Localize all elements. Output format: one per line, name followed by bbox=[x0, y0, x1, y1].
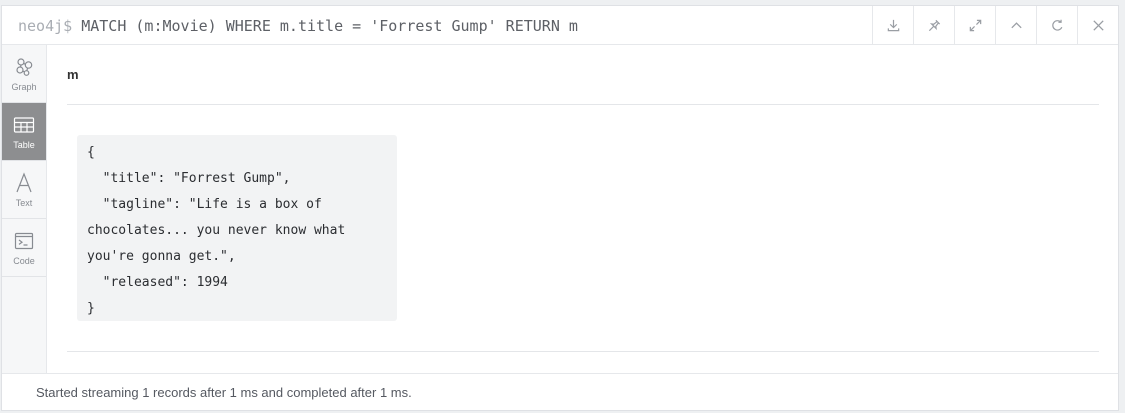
result-cell: { "title": "Forrest Gump", "tagline": "L… bbox=[77, 135, 397, 321]
text-icon bbox=[13, 171, 35, 194]
download-icon bbox=[887, 19, 899, 32]
pin-icon bbox=[928, 19, 940, 32]
query-text: MATCH (m:Movie) WHERE m.title = 'Forrest… bbox=[81, 17, 578, 35]
header-divider bbox=[67, 104, 1099, 105]
view-tab-graph[interactable]: Graph bbox=[2, 45, 46, 103]
code-line: "tagline": "Life is a box of bbox=[87, 197, 322, 212]
close-icon bbox=[1092, 20, 1104, 31]
collapse-up-icon bbox=[1010, 22, 1022, 29]
close-button[interactable] bbox=[1077, 6, 1118, 45]
code-line: "released": 1994 bbox=[87, 275, 228, 290]
code-icon bbox=[13, 230, 35, 252]
view-tab-text[interactable]: Text bbox=[2, 161, 46, 219]
view-tab-code[interactable]: Code bbox=[2, 219, 46, 277]
collapse-button[interactable] bbox=[995, 6, 1036, 45]
view-tab-label: Code bbox=[13, 255, 35, 266]
status-text: Started streaming 1 records after 1 ms a… bbox=[36, 385, 412, 400]
download-button[interactable] bbox=[872, 6, 913, 45]
row-divider bbox=[67, 351, 1099, 352]
rerun-icon bbox=[1051, 19, 1062, 31]
column-header: m bbox=[67, 67, 79, 82]
pin-button[interactable] bbox=[913, 6, 954, 45]
table-view: m { "title": "Forrest Gump", "tagline": … bbox=[47, 45, 1118, 373]
code-line: chocolates... you never know what bbox=[87, 223, 346, 238]
code-line: you're gonna get.", bbox=[87, 249, 236, 264]
status-bar: Started streaming 1 records after 1 ms a… bbox=[2, 373, 1118, 410]
expand-icon bbox=[969, 19, 981, 32]
frame-actions bbox=[872, 6, 1118, 45]
query-prompt: neo4j$ bbox=[18, 17, 73, 35]
code-line: "title": "Forrest Gump", bbox=[87, 171, 291, 186]
view-switcher: Graph Table Text Code bbox=[2, 45, 47, 373]
frame-header: neo4j$ MATCH (m:Movie) WHERE m.title = '… bbox=[2, 6, 1118, 45]
code-line: { bbox=[87, 145, 95, 160]
query-editor[interactable]: neo4j$ MATCH (m:Movie) WHERE m.title = '… bbox=[18, 6, 578, 45]
view-tab-table[interactable]: Table bbox=[2, 103, 46, 161]
rerun-button[interactable] bbox=[1036, 6, 1077, 45]
code-line: } bbox=[87, 301, 95, 316]
fullscreen-button[interactable] bbox=[954, 6, 995, 45]
result-frame: neo4j$ MATCH (m:Movie) WHERE m.title = '… bbox=[1, 5, 1119, 411]
view-tab-label: Table bbox=[13, 139, 35, 150]
graph-icon bbox=[13, 56, 35, 78]
view-tab-label: Text bbox=[15, 197, 33, 208]
table-icon bbox=[13, 114, 35, 136]
view-tab-label: Graph bbox=[11, 81, 37, 92]
